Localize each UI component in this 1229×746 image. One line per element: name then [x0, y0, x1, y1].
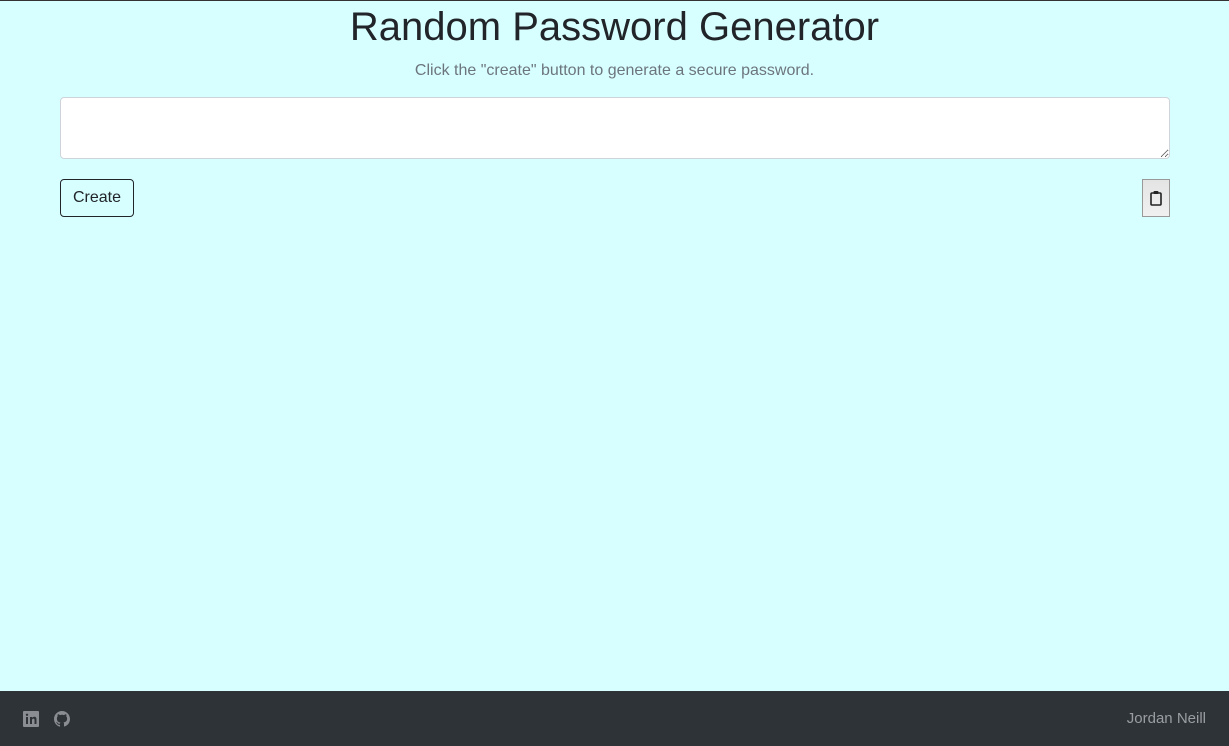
clipboard-icon — [1150, 191, 1162, 206]
copy-button[interactable] — [1142, 179, 1170, 217]
password-output[interactable] — [60, 97, 1170, 159]
page-subtitle: Click the "create" button to generate a … — [414, 62, 815, 79]
create-button[interactable]: Create — [60, 179, 134, 217]
footer: Jordan Neill — [0, 691, 1229, 746]
author-name: Jordan Neill — [1126, 710, 1206, 727]
linkedin-icon[interactable] — [23, 710, 39, 727]
page-title: Random Password Generator — [349, 5, 880, 49]
github-icon[interactable] — [54, 710, 70, 727]
